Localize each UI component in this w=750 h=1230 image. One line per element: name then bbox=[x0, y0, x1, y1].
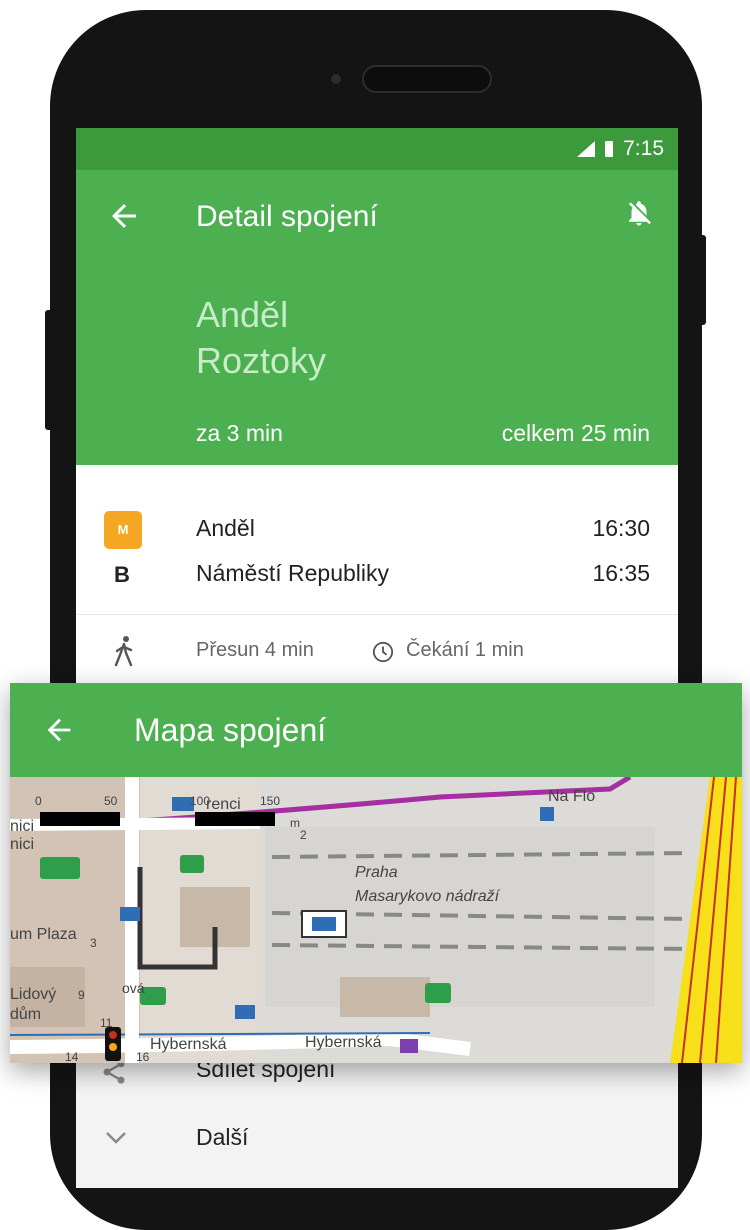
map-label-16: 16 bbox=[136, 1050, 150, 1063]
map-label-plaza: um Plaza bbox=[10, 926, 77, 943]
map-label-station-1: Praha bbox=[355, 864, 398, 881]
metro-icon: M bbox=[104, 511, 142, 549]
walk-icon bbox=[114, 636, 133, 667]
map-label-50: 50 bbox=[104, 794, 118, 808]
power-button bbox=[698, 235, 706, 325]
status-bar: 7:15 bbox=[76, 128, 678, 170]
map-label-11: 11 bbox=[100, 1016, 113, 1030]
earpiece-speaker bbox=[362, 65, 492, 93]
page-title: Detail spojení bbox=[196, 200, 378, 233]
departure-in: za 3 min bbox=[196, 420, 283, 446]
volume-button bbox=[45, 310, 53, 430]
divider bbox=[76, 614, 678, 615]
stop-to-time: 16:35 bbox=[592, 560, 650, 586]
map-label-m: m bbox=[290, 816, 300, 830]
map-label-station-2: Masarykovo nádraží bbox=[355, 888, 501, 905]
metro-logo: M bbox=[117, 522, 129, 537]
back-arrow-icon[interactable] bbox=[106, 198, 142, 234]
stop-from-time: 16:30 bbox=[592, 515, 650, 541]
map-canvas: Praha Masarykovo nádraží Na Flo Hybernsk… bbox=[10, 777, 742, 1063]
map-label-renci: renci bbox=[206, 796, 241, 813]
map-label-lidovy: Lidový bbox=[10, 986, 56, 1003]
map-title: Mapa spojení bbox=[134, 712, 327, 748]
route-to: Roztoky bbox=[196, 340, 327, 381]
line-label: B bbox=[114, 562, 130, 587]
map-overlay: Mapa spojení Praha Masarykovo nádraží Na… bbox=[10, 683, 742, 1063]
transfer-time: Přesun 4 min bbox=[196, 639, 314, 661]
map-label-9: 9 bbox=[78, 988, 85, 1002]
front-camera bbox=[331, 74, 341, 84]
stop-from-name: Anděl bbox=[196, 515, 255, 541]
map-label-nova: ová bbox=[122, 980, 145, 996]
chevron-down-icon[interactable] bbox=[104, 1130, 128, 1146]
map-label-150: 150 bbox=[260, 794, 280, 808]
map-label-3: 3 bbox=[90, 936, 97, 950]
clock-icon bbox=[372, 641, 394, 663]
map-label-dum: dům bbox=[10, 1005, 41, 1023]
map-label-nici-2: nici bbox=[10, 836, 34, 853]
map-label-0: 0 bbox=[35, 794, 42, 808]
map-app-bar: Mapa spojení bbox=[10, 683, 742, 777]
map-label-hybernska-2: Hybernská bbox=[305, 1034, 382, 1051]
more-item[interactable]: Další bbox=[196, 1124, 248, 1151]
map-label-100: 100 bbox=[190, 794, 210, 808]
map-label-na-fl: Na Flo bbox=[548, 788, 595, 805]
map-label-nici-1: nici bbox=[10, 818, 34, 835]
app-bar: Detail spojení Anděl Roztoky za 3 min ce… bbox=[76, 170, 678, 465]
route-from: Anděl bbox=[196, 294, 289, 335]
notifications-off-icon[interactable] bbox=[624, 196, 654, 230]
status-time: 7:15 bbox=[623, 137, 664, 160]
back-arrow-icon[interactable] bbox=[42, 713, 76, 747]
signal-icon bbox=[577, 141, 596, 157]
route-map[interactable]: Praha Masarykovo nádraží Na Flo Hybernsk… bbox=[10, 777, 742, 1063]
battery-icon bbox=[605, 141, 614, 157]
total-duration: celkem 25 min bbox=[501, 420, 650, 446]
map-label-14: 14 bbox=[65, 1050, 79, 1063]
map-label-2: 2 bbox=[300, 828, 307, 842]
waiting-time: Čekání 1 min bbox=[406, 639, 524, 661]
map-label-hybernska-1: Hybernská bbox=[150, 1036, 227, 1053]
stop-to-name: Náměstí Republiky bbox=[196, 560, 390, 586]
